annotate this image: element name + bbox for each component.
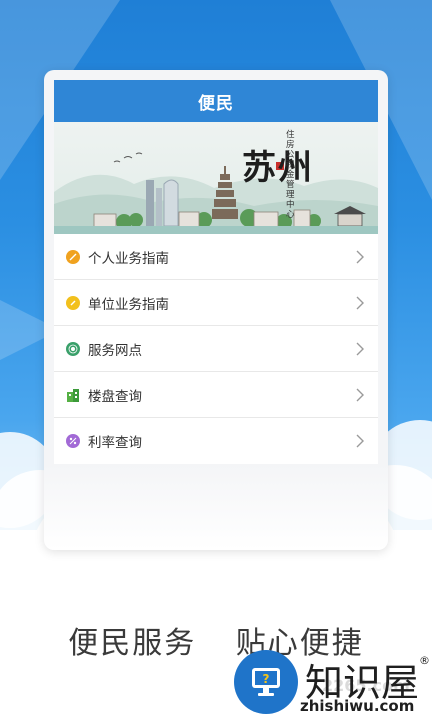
menu-item-unit-guide[interactable]: 单位业务指南 <box>54 280 378 326</box>
menu-item-label: 楼盘查询 <box>88 388 142 405</box>
watermark-domain: zhishiwu.com <box>300 697 415 715</box>
compass-icon <box>66 295 80 310</box>
chevron-right-icon <box>356 388 364 401</box>
menu-item-label: 利率查询 <box>88 435 142 451</box>
empty-area <box>44 464 388 550</box>
app-screen-card: 便民 苏州 住房公积金管理中心 个人业务指南 单位业务指南 服务网点 楼盘查询 … <box>44 70 388 550</box>
banner-calligraphy: 苏州 <box>242 148 314 188</box>
percent-icon <box>66 434 80 448</box>
menu-item-label: 个人业务指南 <box>88 250 169 267</box>
menu-item-service-outlets[interactable]: 服务网点 <box>54 326 378 372</box>
page-title: 便民 <box>198 93 234 114</box>
menu-item-property-search[interactable]: 楼盘查询 <box>54 372 378 418</box>
menu-item-personal-guide[interactable]: 个人业务指南 <box>54 234 378 280</box>
watermark-registered: ® <box>419 654 430 667</box>
watermark-logo: ? <box>234 650 298 714</box>
compass-icon <box>66 249 80 264</box>
svg-text:?: ? <box>263 672 270 686</box>
menu-item-label: 单位业务指南 <box>88 296 169 313</box>
chevron-right-icon <box>356 342 364 355</box>
suzhou-banner: 苏州 住房公积金管理中心 <box>54 122 378 234</box>
building-icon <box>66 388 80 402</box>
chevron-right-icon <box>356 296 364 309</box>
service-menu: 个人业务指南 单位业务指南 服务网点 楼盘查询 利率查询 <box>54 234 378 464</box>
banner-subtitle: 住房公积金管理中心 <box>286 130 295 220</box>
network-icon <box>66 341 80 356</box>
menu-item-interest-rate[interactable]: 利率查询 <box>54 418 378 464</box>
chevron-right-icon <box>356 250 364 263</box>
monitor-question-icon: ? <box>252 668 280 696</box>
menu-item-label: 服务网点 <box>88 342 142 359</box>
page-header: 便民 <box>54 80 378 122</box>
city-skyline-illustration <box>54 152 378 234</box>
slogan-left: 便民服务 <box>68 626 197 661</box>
chevron-right-icon <box>356 434 364 448</box>
